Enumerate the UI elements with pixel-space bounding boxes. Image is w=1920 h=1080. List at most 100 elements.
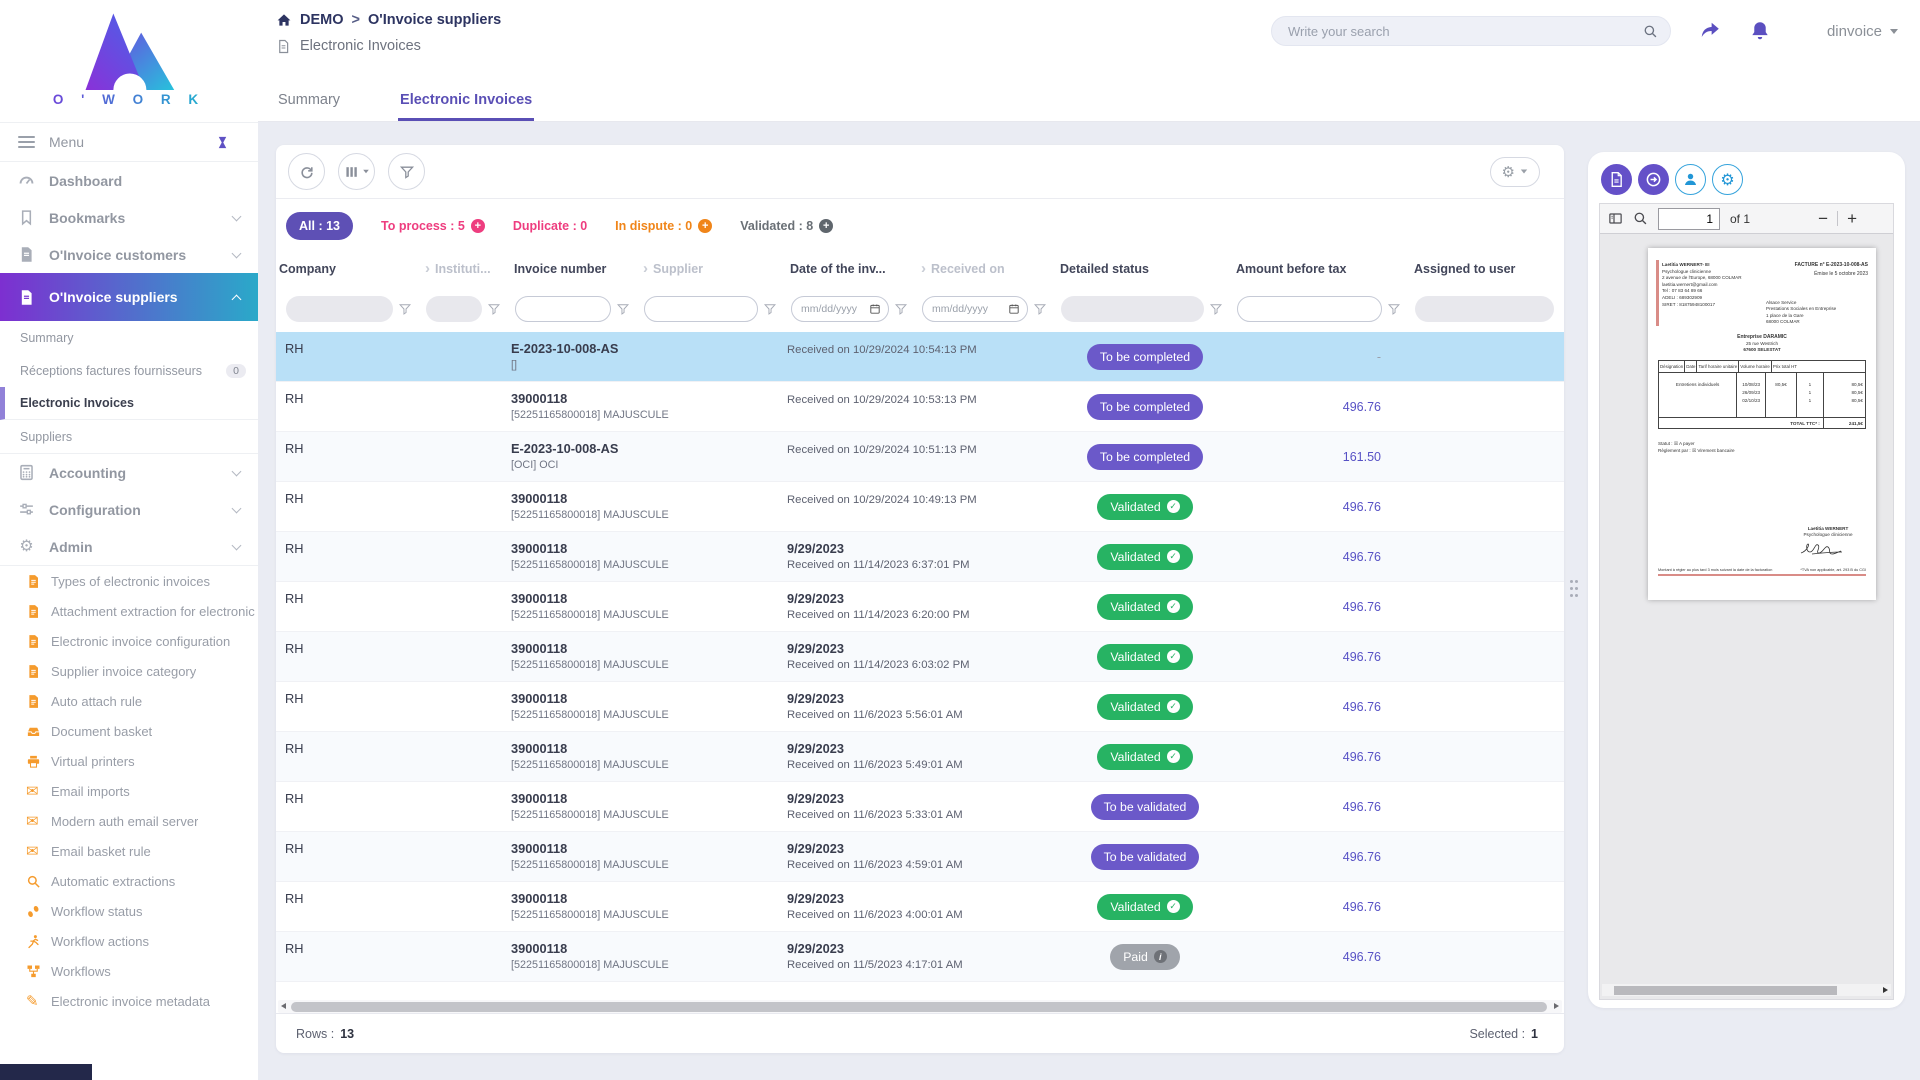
status-tab[interactable]: Duplicate : 0 xyxy=(513,219,587,233)
sidebar-item-workflow-actions[interactable]: Workflow actions xyxy=(0,926,258,956)
amount-link[interactable]: 496.76 xyxy=(1343,550,1381,564)
table-row[interactable]: RH 39000118 [52251165800018] MAJUSCULE 9… xyxy=(276,832,1564,882)
amount-link[interactable]: 161.50 xyxy=(1343,450,1381,464)
amount-link[interactable]: 496.76 xyxy=(1343,650,1381,664)
sidebar-item-configuration[interactable]: Configuration xyxy=(0,491,258,528)
table-horizontal-scrollbar[interactable] xyxy=(278,1000,1562,1013)
sidebar-item-electronic-invoices[interactable]: Electronic Invoices xyxy=(0,387,258,420)
received-date-filter-input[interactable]: mm/dd/yyyy xyxy=(922,296,1028,322)
zoom-out-button[interactable]: − xyxy=(1818,210,1828,227)
amount-link[interactable]: 496.76 xyxy=(1343,400,1381,414)
column-header[interactable]: Detailed status xyxy=(1057,262,1233,276)
sidebar-item-modern-auth-email-server[interactable]: ✉ Modern auth email server xyxy=(0,806,258,836)
status-tab[interactable]: All : 13 xyxy=(286,212,353,240)
hourglass-icon[interactable] xyxy=(215,135,230,150)
table-row[interactable]: RH 39000118 [52251165800018] MAJUSCULE 9… xyxy=(276,682,1564,732)
amount-link[interactable]: 496.76 xyxy=(1343,900,1381,914)
amount-link[interactable]: 496.76 xyxy=(1343,500,1381,514)
sidebar-item-suppliers[interactable]: Suppliers xyxy=(0,420,258,453)
home-icon[interactable] xyxy=(276,12,292,28)
preview-settings-button[interactable]: ⚙ xyxy=(1712,164,1743,195)
sidebar-item-electronic-invoice-metadata[interactable]: ✎ Electronic invoice metadata xyxy=(0,986,258,1016)
open-invoice-button[interactable] xyxy=(1638,164,1669,195)
zoom-in-button[interactable]: + xyxy=(1847,210,1857,227)
funnel-icon[interactable] xyxy=(487,302,501,316)
pdf-horizontal-scrollbar[interactable] xyxy=(1602,984,1891,996)
column-header[interactable]: Amount before tax xyxy=(1233,262,1411,276)
table-row[interactable]: RH 39000118 [52251165800018] MAJUSCULE 9… xyxy=(276,782,1564,832)
sidebar-toggle-icon[interactable] xyxy=(1608,211,1623,226)
sidebar-item-oinvoice-customers[interactable]: O'Invoice customers xyxy=(0,236,258,273)
column-header[interactable]: Date of the inv... xyxy=(787,262,918,276)
sidebar-item-email-imports[interactable]: ✉ Email imports xyxy=(0,776,258,806)
amount-link[interactable]: 496.76 xyxy=(1343,600,1381,614)
table-row[interactable]: RH E-2023-10-008-AS [OCI] OCI Received o… xyxy=(276,432,1564,482)
funnel-icon[interactable] xyxy=(763,302,777,316)
assign-user-button[interactable] xyxy=(1675,164,1706,195)
sidebar-item-workflow-status[interactable]: Workflow status xyxy=(0,896,258,926)
table-row[interactable]: RH E-2023-10-008-AS [] Received on 10/29… xyxy=(276,332,1564,382)
table-row[interactable]: RH 39000118 [52251165800018] MAJUSCULE 9… xyxy=(276,882,1564,932)
sidebar-item-workflows[interactable]: Workflows xyxy=(0,956,258,986)
filter-button[interactable] xyxy=(388,153,425,190)
sidebar-item-receptions-factures[interactable]: Réceptions factures fournisseurs 0 xyxy=(0,354,258,387)
refresh-button[interactable] xyxy=(288,153,325,190)
column-header[interactable]: Instituti... xyxy=(422,262,511,277)
invoice-date-filter-input[interactable]: mm/dd/yyyy xyxy=(791,296,889,322)
amount-link[interactable]: - xyxy=(1377,350,1381,364)
table-row[interactable]: RH 39000118 [52251165800018] MAJUSCULE 9… xyxy=(276,532,1564,582)
amount-link[interactable]: 496.76 xyxy=(1343,950,1381,964)
sidebar-item-attachment-extraction[interactable]: Attachment extraction for electronic inv… xyxy=(0,596,258,626)
tab-summary[interactable]: Summary xyxy=(276,92,342,121)
sidebar-item-auto-attach-rule[interactable]: Auto attach rule xyxy=(0,686,258,716)
sidebar-item-admin[interactable]: ⚙ Admin xyxy=(0,528,258,565)
table-row[interactable]: RH 39000118 [52251165800018] MAJUSCULE 9… xyxy=(276,582,1564,632)
funnel-icon[interactable] xyxy=(1387,302,1401,316)
scrollbar-thumb[interactable] xyxy=(291,1002,1547,1012)
share-icon[interactable] xyxy=(1699,20,1721,42)
sidebar-item-oinvoice-suppliers[interactable]: O'Invoice suppliers xyxy=(0,273,258,321)
sidebar-item-supplier-invoice-category[interactable]: Supplier invoice category xyxy=(0,656,258,686)
sidebar-item-bookmarks[interactable]: Bookmarks xyxy=(0,199,258,236)
supplier-filter-input[interactable] xyxy=(644,296,758,322)
table-row[interactable]: RH 39000118 [52251165800018] MAJUSCULE 9… xyxy=(276,732,1564,782)
funnel-icon[interactable] xyxy=(1033,302,1047,316)
table-row[interactable]: RH 39000118 [52251165800018] MAJUSCULE 9… xyxy=(276,632,1564,682)
sidebar-item-email-basket-rule[interactable]: ✉ Email basket rule xyxy=(0,836,258,866)
invoice-number-filter-input[interactable] xyxy=(515,296,611,322)
funnel-icon[interactable] xyxy=(616,302,630,316)
column-header[interactable]: Supplier xyxy=(640,262,787,277)
search-icon[interactable] xyxy=(1633,211,1648,226)
pdf-canvas-area[interactable]: Laetitia WERNERT- EIPsychologue clinicie… xyxy=(1600,234,1893,999)
sidebar-item-document-basket[interactable]: Document basket xyxy=(0,716,258,746)
scrollbar-thumb[interactable] xyxy=(1614,986,1837,995)
amount-filter-input[interactable] xyxy=(1237,296,1382,322)
search-input[interactable] xyxy=(1288,24,1643,39)
sidebar-item-automatic-extractions[interactable]: Automatic extractions xyxy=(0,866,258,896)
sidebar-item-types-of-electronic-invoices[interactable]: Types of electronic invoices xyxy=(0,566,258,596)
funnel-icon[interactable] xyxy=(1209,302,1223,316)
scroll-right-icon[interactable] xyxy=(1554,1003,1559,1009)
amount-link[interactable]: 496.76 xyxy=(1343,700,1381,714)
column-header[interactable]: Invoice number xyxy=(511,262,640,276)
menu-toggle[interactable]: Menu xyxy=(0,122,258,162)
breadcrumb-current[interactable]: O'Invoice suppliers xyxy=(368,12,501,28)
sidebar-item-dashboard[interactable]: Dashboard xyxy=(0,162,258,199)
amount-link[interactable]: 496.76 xyxy=(1343,750,1381,764)
sidebar-item-summary[interactable]: Summary xyxy=(0,321,258,354)
column-header[interactable]: Company xyxy=(276,262,422,276)
page-number-input[interactable] xyxy=(1658,208,1720,230)
funnel-icon[interactable] xyxy=(894,302,908,316)
status-tab[interactable]: To process : 5 xyxy=(381,219,485,233)
table-row[interactable]: RH 39000118 [52251165800018] MAJUSCULE 9… xyxy=(276,932,1564,982)
scroll-left-icon[interactable] xyxy=(281,1003,286,1009)
amount-link[interactable]: 496.76 xyxy=(1343,850,1381,864)
amount-link[interactable]: 496.76 xyxy=(1343,800,1381,814)
bell-icon[interactable] xyxy=(1749,20,1771,42)
search-icon[interactable] xyxy=(1643,24,1658,39)
table-row[interactable]: RH 39000118 [52251165800018] MAJUSCULE R… xyxy=(276,382,1564,432)
column-header[interactable]: Received on xyxy=(918,262,1057,277)
status-tab[interactable]: Validated : 8 xyxy=(740,219,833,233)
scroll-right-icon[interactable] xyxy=(1883,987,1888,993)
table-settings-button[interactable]: ⚙ xyxy=(1490,157,1540,187)
